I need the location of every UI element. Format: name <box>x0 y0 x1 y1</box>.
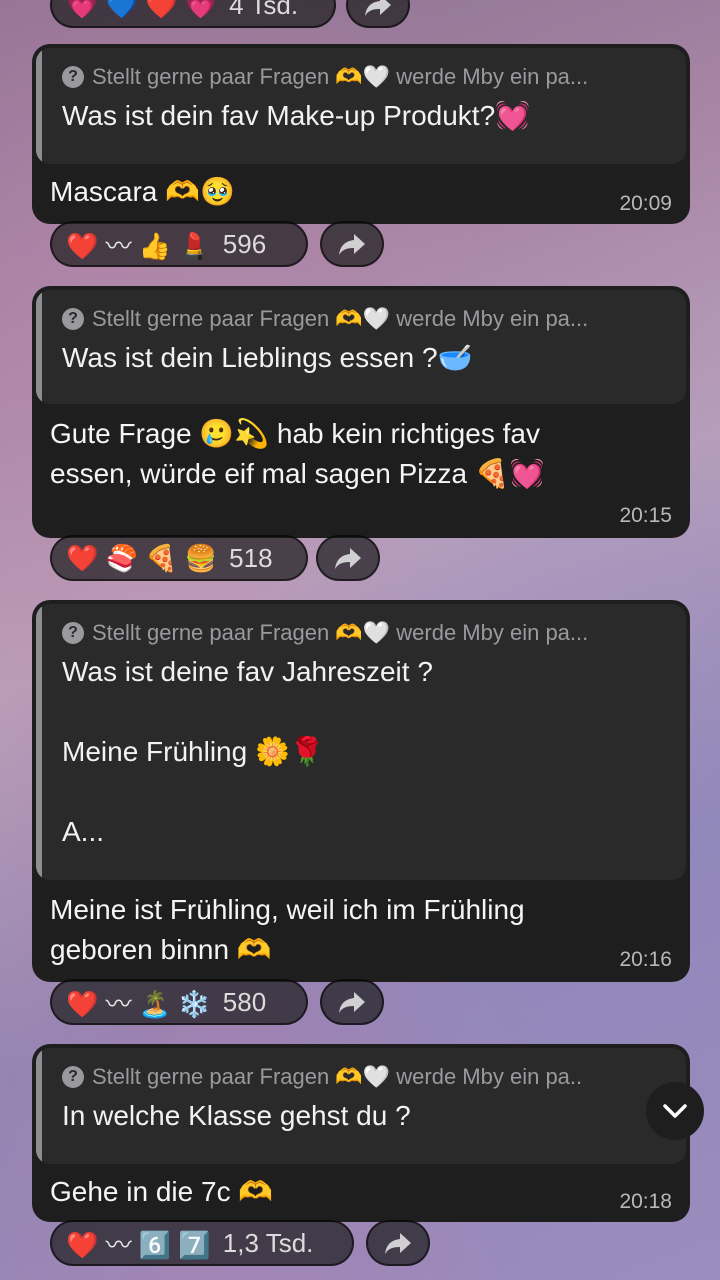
quote-author: Stellt gerne paar Fragen 🫶🤍 werde Mby ei… <box>92 64 589 89</box>
share-button[interactable] <box>320 979 384 1025</box>
share-button[interactable] <box>320 221 384 267</box>
share-icon <box>339 992 365 1013</box>
reaction-count: 4 Tsd. <box>229 0 299 20</box>
message-text: Gehe in die 7c 🫶 <box>50 1176 274 1207</box>
reaction-bar[interactable]: ❤️ 🍣 🍕 🍔 518 <box>50 535 308 581</box>
share-icon <box>339 234 365 255</box>
reaction-emojis: 💗 💙 ❤️ 💗 <box>66 0 218 20</box>
share-icon <box>365 0 391 16</box>
reaction-bar[interactable]: ❤️ 〰 🏝️ ❄️ 580 <box>50 979 308 1025</box>
reaction-emojis: ❤️ 〰 6️⃣ 7️⃣ <box>66 1229 211 1260</box>
reply-quote[interactable]: ? Stellt gerne paar Fragen 🫶🤍 werde Mby … <box>36 48 686 164</box>
quote-header: ? Stellt gerne paar Fragen 🫶🤍 werde Mby … <box>62 618 666 648</box>
message-bubble[interactable]: ? Stellt gerne paar Fragen 🫶🤍 werde Mby … <box>32 44 690 224</box>
quote-header: ? Stellt gerne paar Fragen 🫶🤍 werde Mby … <box>62 62 666 92</box>
message-text: Mascara 🫶🥹 <box>50 176 235 207</box>
chevron-down-icon <box>663 1104 687 1118</box>
reply-quote[interactable]: ? Stellt gerne paar Fragen 🫶🤍 werde Mby … <box>36 290 686 404</box>
share-icon <box>335 548 361 569</box>
quote-header: ? Stellt gerne paar Fragen 🫶🤍 werde Mby … <box>62 304 666 334</box>
reaction-emojis: ❤️ 🍣 🍕 🍔 <box>66 542 218 573</box>
message-time: 20:09 <box>619 192 672 215</box>
reply-quote[interactable]: ? Stellt gerne paar Fragen 🫶🤍 werde Mby … <box>36 1048 686 1164</box>
share-icon <box>385 1233 411 1254</box>
message-text: Gute Frage 🥲💫 hab kein richtiges fav ess… <box>50 418 545 489</box>
reaction-bar[interactable]: ❤️ 〰 6️⃣ 7️⃣ 1,3 Tsd. <box>50 1220 354 1266</box>
quote-text: In welche Klasse gehst du ? <box>62 1100 411 1131</box>
reaction-count: 1,3 Tsd. <box>222 1227 314 1258</box>
scroll-down-button[interactable] <box>646 1082 704 1140</box>
message-time: 20:18 <box>619 1190 672 1213</box>
message-bubble[interactable]: ? Stellt gerne paar Fragen 🫶🤍 werde Mby … <box>32 1044 690 1222</box>
question-icon: ? <box>62 622 84 644</box>
question-icon: ? <box>62 1066 84 1088</box>
quote-author: Stellt gerne paar Fragen 🫶🤍 werde Mby ei… <box>92 306 589 331</box>
share-button[interactable] <box>366 1220 430 1266</box>
reaction-emojis: ❤️ 〰 🏝️ ❄️ <box>66 988 211 1019</box>
reaction-bar[interactable]: ❤️ 〰 👍 💄 596 <box>50 221 308 267</box>
message-time: 20:16 <box>619 948 672 971</box>
reaction-emojis: ❤️ 〰 👍 💄 <box>66 230 211 261</box>
quote-header: ? Stellt gerne paar Fragen 🫶🤍 werde Mby … <box>62 1062 666 1092</box>
quote-author: Stellt gerne paar Fragen 🫶🤍 werde Mby ei… <box>92 1064 583 1089</box>
question-icon: ? <box>62 308 84 330</box>
reaction-bar[interactable]: 💗 💙 ❤️ 💗 4 Tsd. <box>50 0 336 28</box>
quote-text: Was ist dein fav Make-up Produkt?💓 <box>62 100 531 131</box>
quote-text: Was ist deine fav Jahreszeit ? Meine Frü… <box>62 656 433 847</box>
reply-quote[interactable]: ? Stellt gerne paar Fragen 🫶🤍 werde Mby … <box>36 604 686 880</box>
question-icon: ? <box>62 66 84 88</box>
message-bubble[interactable]: ? Stellt gerne paar Fragen 🫶🤍 werde Mby … <box>32 286 690 538</box>
message-bubble[interactable]: ? Stellt gerne paar Fragen 🫶🤍 werde Mby … <box>32 600 690 982</box>
quote-text: Was ist dein Lieblings essen ?🥣 <box>62 342 473 373</box>
message-text: Meine ist Frühling, weil ich im Frühling… <box>50 894 525 965</box>
reaction-count: 596 <box>222 228 267 259</box>
message-time: 20:15 <box>619 504 672 527</box>
reaction-count: 580 <box>222 986 267 1017</box>
share-button[interactable] <box>316 535 380 581</box>
reaction-count: 518 <box>229 542 273 573</box>
quote-author: Stellt gerne paar Fragen 🫶🤍 werde Mby ei… <box>92 620 589 645</box>
